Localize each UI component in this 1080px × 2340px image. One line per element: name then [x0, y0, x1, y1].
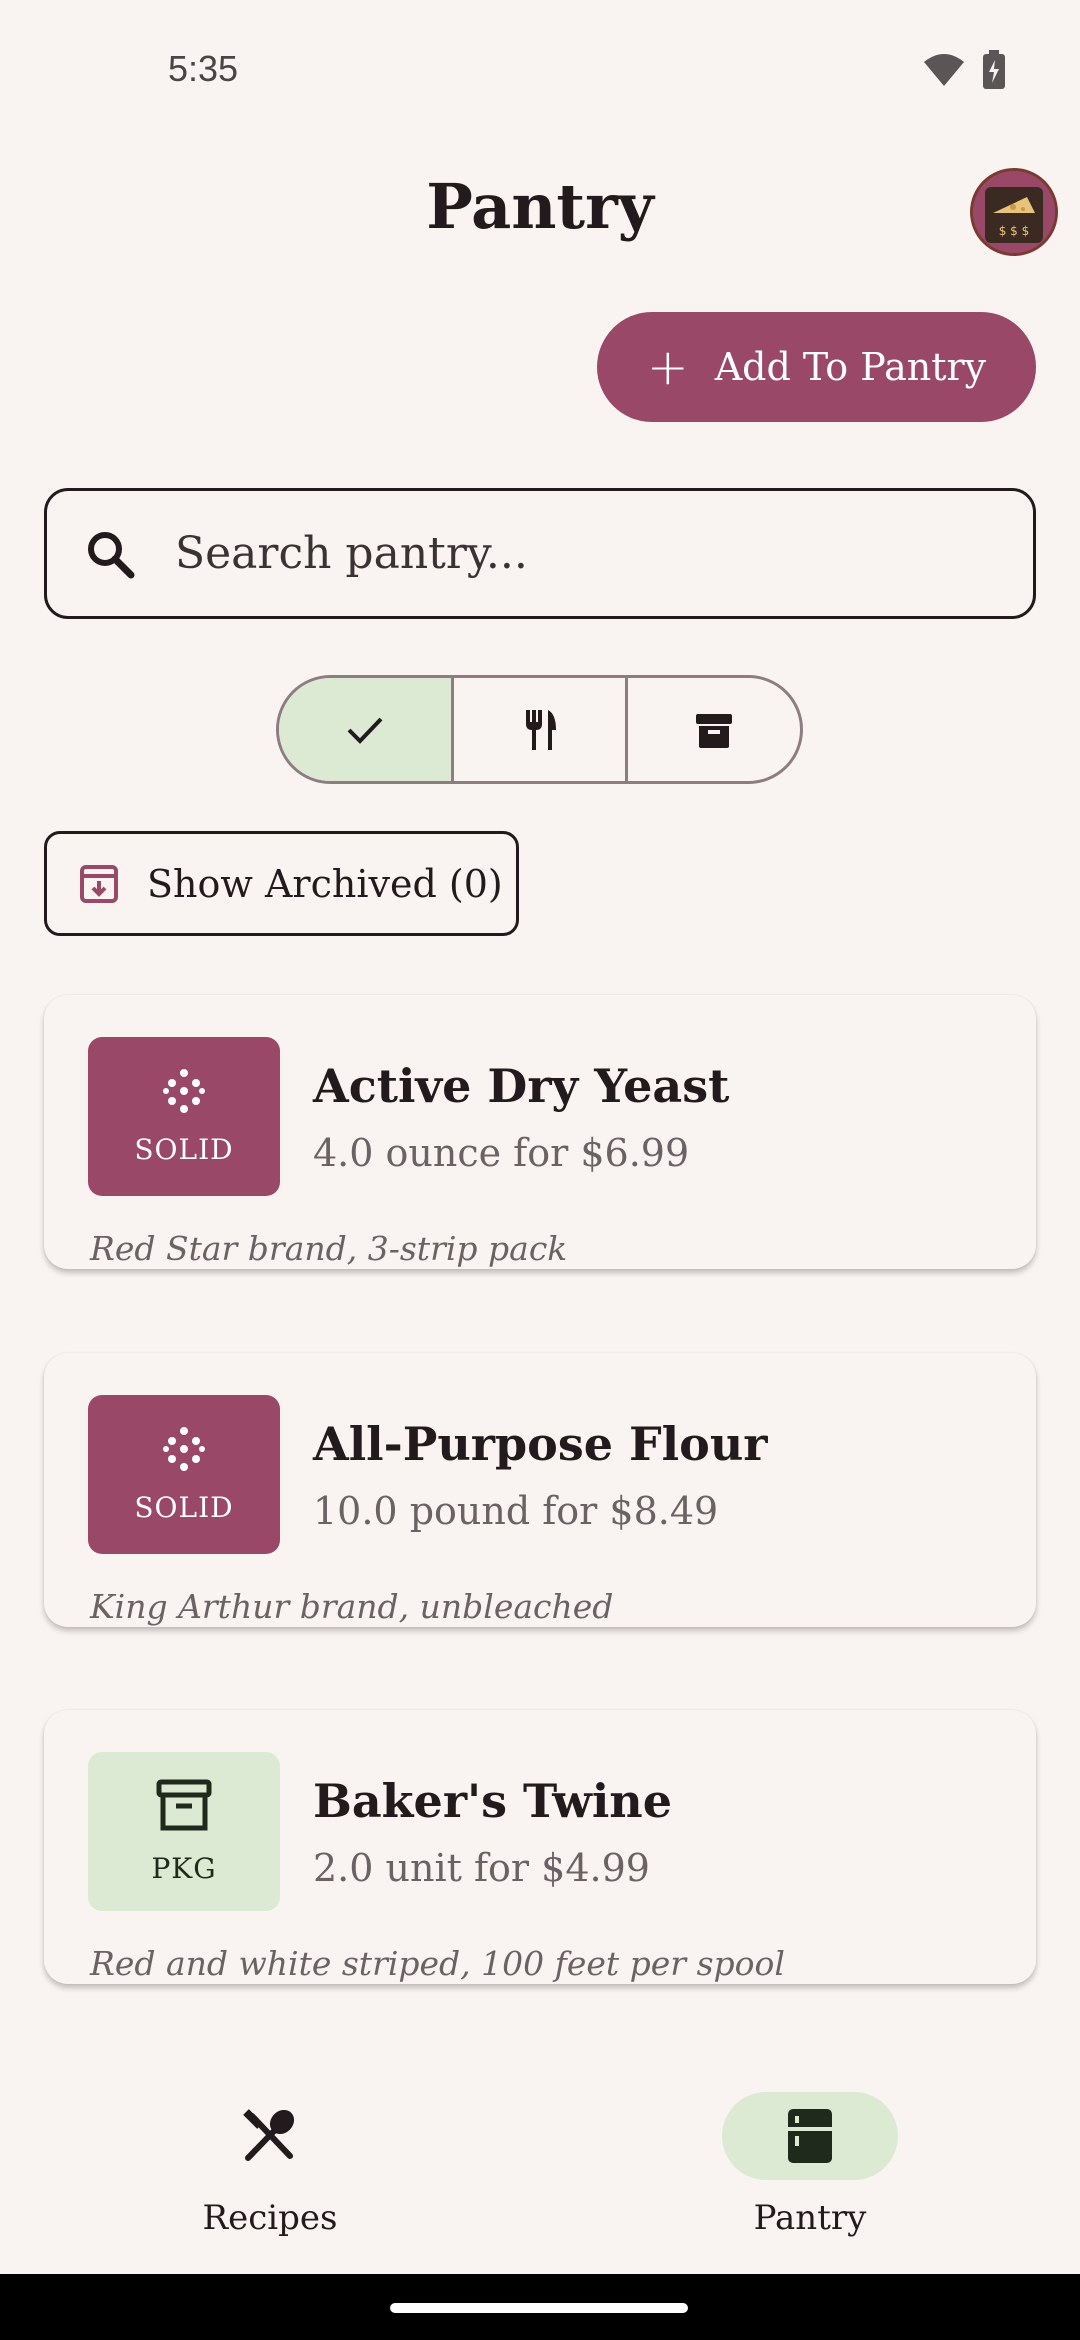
show-archived-label: Show Archived (0): [147, 861, 503, 906]
page-title: Pantry: [426, 170, 654, 243]
svg-text:$ $ $: $ $ $: [999, 224, 1030, 238]
search-icon: [88, 531, 135, 578]
item-price: 10.0 pound for $8.49: [313, 1489, 719, 1533]
nav-icon-container-active: [722, 2092, 898, 2180]
pantry-item-card[interactable]: SOLID All-Purpose Flour 10.0 pound for $…: [44, 1353, 1036, 1627]
item-type-badge: PKG: [88, 1752, 280, 1911]
item-price: 4.0 ounce for $6.99: [313, 1131, 690, 1175]
filter-segment-recipes[interactable]: [450, 678, 626, 781]
avatar[interactable]: $ $ $: [970, 168, 1058, 256]
fork-spoon-icon: [243, 2109, 295, 2161]
nav-icon-container: [182, 2092, 358, 2180]
unarchive-icon: [80, 864, 118, 903]
home-indicator[interactable]: [390, 2303, 688, 2313]
nav-label-pantry: Pantry: [753, 2198, 867, 2238]
fork-knife-icon: [525, 709, 556, 750]
package-box-icon: [156, 1779, 212, 1831]
status-bar: 5:35: [0, 0, 1080, 140]
fridge-icon: [788, 2109, 832, 2163]
item-name: Active Dry Yeast: [313, 1059, 730, 1113]
show-archived-button[interactable]: Show Archived (0): [44, 831, 519, 936]
item-note: King Arthur brand, unbleached: [90, 1587, 614, 1626]
archive-box-icon: [696, 713, 733, 748]
add-to-pantry-label: Add To Pantry: [714, 345, 987, 389]
battery-icon: [983, 50, 1005, 89]
bottom-navigation: Recipes Pantry: [0, 2060, 1080, 2270]
item-name: All-Purpose Flour: [313, 1417, 768, 1471]
item-type-badge: SOLID: [88, 1037, 280, 1196]
item-note: Red and white striped, 100 feet per spoo…: [90, 1944, 785, 1983]
filter-segment-active[interactable]: [279, 678, 451, 781]
dots-grid-icon: [163, 1427, 205, 1471]
item-type-badge: SOLID: [88, 1395, 280, 1554]
add-to-pantry-button[interactable]: + Add To Pantry: [597, 312, 1036, 422]
pantry-item-card[interactable]: SOLID Active Dry Yeast 4.0 ounce for $6.…: [44, 995, 1036, 1269]
search-input[interactable]: [175, 528, 975, 579]
cheese-money-icon: $ $ $: [973, 171, 1055, 253]
item-note: Red Star brand, 3-strip pack: [90, 1229, 568, 1268]
item-type-label: SOLID: [134, 1491, 234, 1524]
item-price: 2.0 unit for $4.99: [313, 1846, 650, 1890]
status-time: 5:35: [168, 48, 239, 89]
item-type-label: PKG: [151, 1852, 217, 1885]
nav-item-pantry[interactable]: Pantry: [660, 2092, 960, 2238]
filter-segmented-control: [276, 675, 803, 784]
pantry-item-card[interactable]: PKG Baker's Twine 2.0 unit for $4.99 Red…: [44, 1710, 1036, 1984]
dots-grid-icon: [163, 1069, 205, 1113]
status-icons: [922, 50, 1006, 90]
plus-icon: +: [646, 338, 689, 396]
nav-item-recipes[interactable]: Recipes: [120, 2092, 420, 2238]
wifi-icon: [924, 54, 964, 86]
item-name: Baker's Twine: [313, 1774, 673, 1828]
nav-label-recipes: Recipes: [202, 2198, 338, 2238]
check-icon: [347, 717, 383, 744]
gesture-navigation-bar: [0, 2274, 1080, 2340]
search-box[interactable]: [44, 488, 1036, 619]
filter-segment-archived[interactable]: [625, 678, 800, 781]
item-type-label: SOLID: [134, 1133, 234, 1166]
